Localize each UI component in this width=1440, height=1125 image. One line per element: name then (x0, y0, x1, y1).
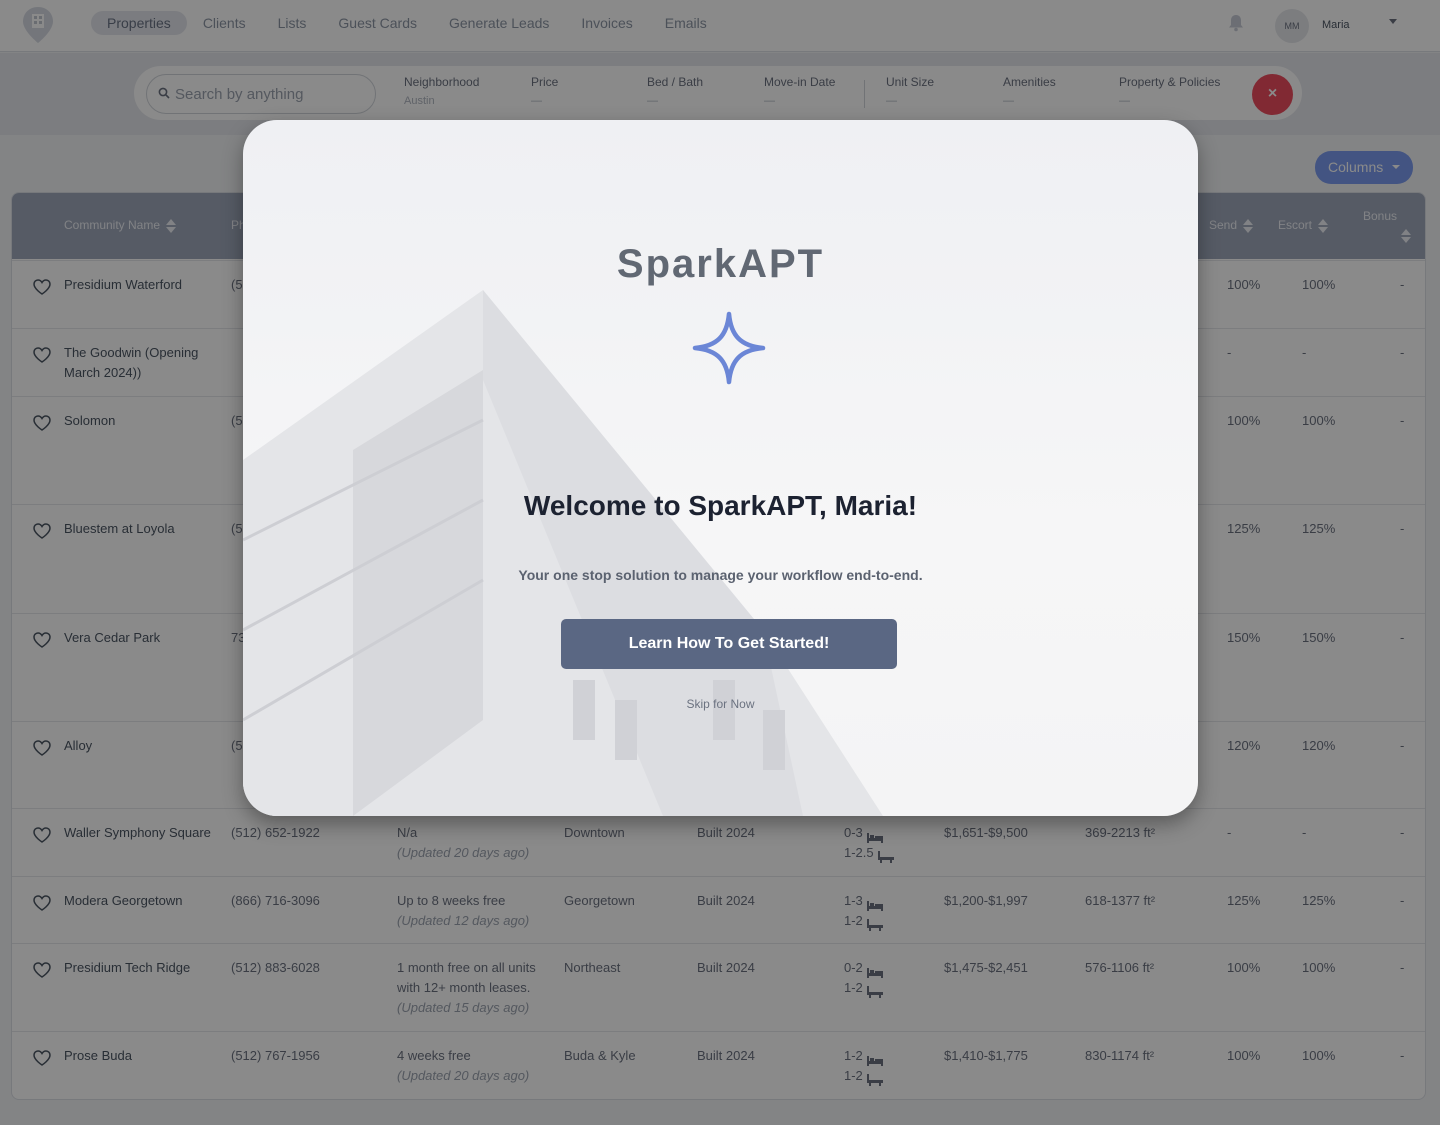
brand-title: SparkAPT (616, 242, 825, 286)
get-started-button[interactable]: Learn How To Get Started! (561, 619, 897, 669)
welcome-modal: SparkAPT Welcome to SparkAPT, Maria! You… (243, 120, 1198, 816)
sparkle-icon (692, 311, 766, 385)
welcome-heading: Welcome to SparkAPT, Maria! (523, 490, 918, 521)
welcome-subtitle: Your one stop solution to manage your wo… (518, 567, 923, 583)
building-background-image (243, 290, 883, 816)
skip-link[interactable]: Skip for Now (243, 697, 1198, 711)
